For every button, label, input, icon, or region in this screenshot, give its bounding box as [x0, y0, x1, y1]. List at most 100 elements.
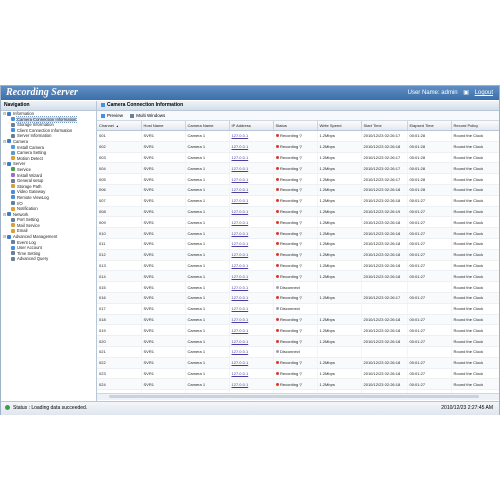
nav-item-label: Time Setting: [17, 250, 41, 256]
magnifier-icon[interactable]: ⚲: [299, 382, 302, 387]
record-policy-cell: Round the Clock: [451, 335, 499, 347]
table-row[interactable]: 009 SVR1 Camera 1 127.0.0.1 Recording⚲ 1.2Mbp…: [97, 216, 499, 229]
elapsed-time-cell: [407, 346, 452, 358]
magnifier-icon[interactable]: ⚲: [299, 317, 302, 322]
table-row[interactable]: 024 SVR1 Camera 1 127.0.0.1 Recording⚲ 1.2Mbp…: [97, 378, 499, 391]
column-header-write-speed[interactable]: Write Speed: [317, 121, 362, 131]
magnifier-icon[interactable]: ⚲: [299, 328, 302, 333]
magnifier-icon[interactable]: ⚲: [299, 209, 302, 214]
table-row[interactable]: 002 SVR1 Camera 1 127.0.0.1 Recording⚲ 1.2Mbp…: [97, 141, 499, 153]
motion-icon: [11, 156, 15, 161]
record-policy-cell: Round the Clock: [451, 368, 499, 380]
table-row[interactable]: 020 SVR1 Camera 1 127.0.0.1 Recording⚲ 1.2Mbp…: [97, 335, 499, 347]
ip-address-cell[interactable]: 127.0.0.1: [229, 173, 274, 185]
table-row[interactable]: 019 SVR1 Camera 1 127.0.0.1 Recording⚲ 1.2Mbp…: [97, 324, 499, 337]
table-row[interactable]: 006 SVR1 Camera 1 127.0.0.1 Recording⚲ 1.2Mbp…: [97, 184, 499, 196]
ip-address-cell[interactable]: 127.0.0.1: [229, 270, 274, 283]
magnifier-icon[interactable]: ⚲: [299, 187, 302, 192]
table-row[interactable]: 016 SVR1 Camera 1 127.0.0.1 Recording⚲ 1.2Mbp…: [97, 292, 499, 304]
table-row[interactable]: 015 SVR1 Camera 1 127.0.0.1 Disconnect Round …: [97, 281, 499, 293]
table-row[interactable]: 011 SVR1 Camera 1 127.0.0.1 Recording⚲ 1.2Mbp…: [97, 238, 499, 250]
horizontal-scrollbar[interactable]: [97, 393, 499, 400]
column-header-ip-address[interactable]: IP Address: [229, 121, 274, 131]
table-row[interactable]: 007 SVR1 Camera 1 127.0.0.1 Recording⚲ 1.2Mbp…: [97, 195, 499, 207]
table-row[interactable]: 005 SVR1 Camera 1 127.0.0.1 Recording⚲ 1.2Mbp…: [97, 173, 499, 185]
preview-button[interactable]: Preview: [101, 111, 123, 120]
ip-address-cell[interactable]: 127.0.0.1: [229, 162, 274, 175]
channel-cell: 006: [97, 184, 142, 196]
table-row[interactable]: 003 SVR1 Camera 1 127.0.0.1 Recording⚲ 1.2Mbp…: [97, 152, 499, 164]
magnifier-icon[interactable]: ⚲: [299, 133, 302, 138]
table-row[interactable]: 012 SVR1 Camera 1 127.0.0.1 Recording⚲ 1.2Mbp…: [97, 249, 499, 261]
magnifier-icon[interactable]: ⚲: [299, 252, 302, 257]
magnifier-icon[interactable]: ⚲: [299, 198, 302, 203]
ip-address-cell[interactable]: 127.0.0.1: [229, 357, 274, 369]
ip-address-cell[interactable]: 127.0.0.1: [229, 238, 274, 250]
ip-address-cell[interactable]: 127.0.0.1: [229, 281, 274, 293]
ip-address-cell[interactable]: 127.0.0.1: [229, 206, 274, 218]
host-name-cell: SVR1: [141, 346, 186, 358]
table-row[interactable]: 018 SVR1 Camera 1 127.0.0.1 Recording⚲ 1.2Mbp…: [97, 314, 499, 326]
ip-address-cell[interactable]: 127.0.0.1: [229, 216, 274, 229]
ip-address-cell[interactable]: 127.0.0.1: [229, 346, 274, 358]
magnifier-icon[interactable]: ⚲: [299, 241, 302, 246]
ip-address-cell[interactable]: 127.0.0.1: [229, 324, 274, 337]
column-header-camera-name[interactable]: Camera Name: [185, 121, 230, 131]
magnifier-icon[interactable]: ⚲: [299, 371, 302, 376]
table-row[interactable]: 022 SVR1 Camera 1 127.0.0.1 Recording⚲ 1.2Mbp…: [97, 357, 499, 369]
magnifier-icon[interactable]: ⚲: [299, 263, 302, 268]
magnifier-icon[interactable]: ⚲: [299, 166, 302, 171]
recording-status-icon: [275, 145, 279, 149]
write-speed-cell: 1.2Mbps: [317, 162, 362, 175]
ip-address-cell[interactable]: 127.0.0.1: [229, 260, 274, 272]
ip-address-cell[interactable]: 127.0.0.1: [229, 152, 274, 164]
ip-address-cell[interactable]: 127.0.0.1: [229, 141, 274, 153]
magnifier-icon[interactable]: ⚲: [299, 155, 302, 160]
magnifier-icon[interactable]: ⚲: [299, 274, 302, 279]
ip-address-cell[interactable]: 127.0.0.1: [229, 130, 274, 142]
ip-address-cell[interactable]: 127.0.0.1: [229, 314, 274, 326]
ip-address-cell[interactable]: 127.0.0.1: [229, 303, 274, 315]
magnifier-icon[interactable]: ⚲: [299, 360, 302, 365]
table-row[interactable]: 014 SVR1 Camera 1 127.0.0.1 Recording⚲ 1.2Mbp…: [97, 270, 499, 283]
table-row[interactable]: 013 SVR1 Camera 1 127.0.0.1 Recording⚲ 1.2Mbp…: [97, 260, 499, 272]
table-row[interactable]: 021 SVR1 Camera 1 127.0.0.1 Disconnect Round …: [97, 346, 499, 358]
multi-windows-button[interactable]: Multi Windows: [130, 111, 165, 120]
ip-address-cell[interactable]: 127.0.0.1: [229, 249, 274, 261]
magnifier-icon[interactable]: ⚲: [299, 220, 302, 225]
column-header-channel[interactable]: Channel ▲: [97, 121, 142, 131]
magnifier-icon[interactable]: ⚲: [299, 177, 302, 182]
table-row[interactable]: 004 SVR1 Camera 1 127.0.0.1 Recording⚲ 1.2Mbp…: [97, 162, 499, 175]
ip-address-cell[interactable]: 127.0.0.1: [229, 227, 274, 239]
status-label: Disconnect: [280, 306, 300, 312]
magnifier-icon[interactable]: ⚲: [299, 295, 302, 300]
horizontal-scrollbar-thumb[interactable]: [109, 395, 479, 398]
column-header-elapsed-time[interactable]: Elapsed Time: [407, 121, 452, 131]
table-row[interactable]: 017 SVR1 Camera 1 127.0.0.1 Disconnect Round …: [97, 303, 499, 315]
magnifier-icon[interactable]: ⚲: [299, 339, 302, 344]
host-name-cell: SVR1: [141, 249, 186, 261]
table-row[interactable]: 008 SVR1 Camera 1 127.0.0.1 Recording⚲ 1.2Mbp…: [97, 206, 499, 218]
magnifier-icon[interactable]: ⚲: [299, 231, 302, 236]
nav-item-advanced-query[interactable]: Advanced Query: [1, 256, 96, 262]
logout-link-wrap[interactable]: ▣ Logout: [463, 90, 493, 96]
camera-name-cell: Camera 1: [185, 303, 230, 315]
table-row[interactable]: 010 SVR1 Camera 1 127.0.0.1 Recording⚲ 1.2Mbp…: [97, 227, 499, 239]
ip-address-cell[interactable]: 127.0.0.1: [229, 184, 274, 196]
elapsed-time-cell: 00:01:28: [407, 141, 452, 153]
ip-address-cell[interactable]: 127.0.0.1: [229, 368, 274, 380]
query-icon: [11, 256, 15, 261]
logout-link[interactable]: Logout: [475, 90, 493, 96]
table-row[interactable]: 001 SVR1 Camera 1 127.0.0.1 Recording⚲ 1.2Mbp…: [97, 130, 499, 142]
column-header-host-name[interactable]: Host Name: [141, 121, 186, 131]
column-header-record-policy[interactable]: Record Policy: [451, 121, 499, 131]
table-row[interactable]: 023 SVR1 Camera 1 127.0.0.1 Recording⚲ 1.2Mbp…: [97, 368, 499, 380]
ip-address-cell[interactable]: 127.0.0.1: [229, 195, 274, 207]
ip-address-cell[interactable]: 127.0.0.1: [229, 292, 274, 304]
column-header-status[interactable]: Status: [273, 121, 318, 131]
ip-address-cell[interactable]: 127.0.0.1: [229, 335, 274, 347]
table-body: 001 SVR1 Camera 1 127.0.0.1 Recording⚲ 1.2Mbp…: [97, 130, 499, 393]
magnifier-icon[interactable]: ⚲: [299, 144, 302, 149]
ip-address-cell[interactable]: 127.0.0.1: [229, 378, 274, 391]
column-header-start-time[interactable]: Start Time: [361, 121, 408, 131]
